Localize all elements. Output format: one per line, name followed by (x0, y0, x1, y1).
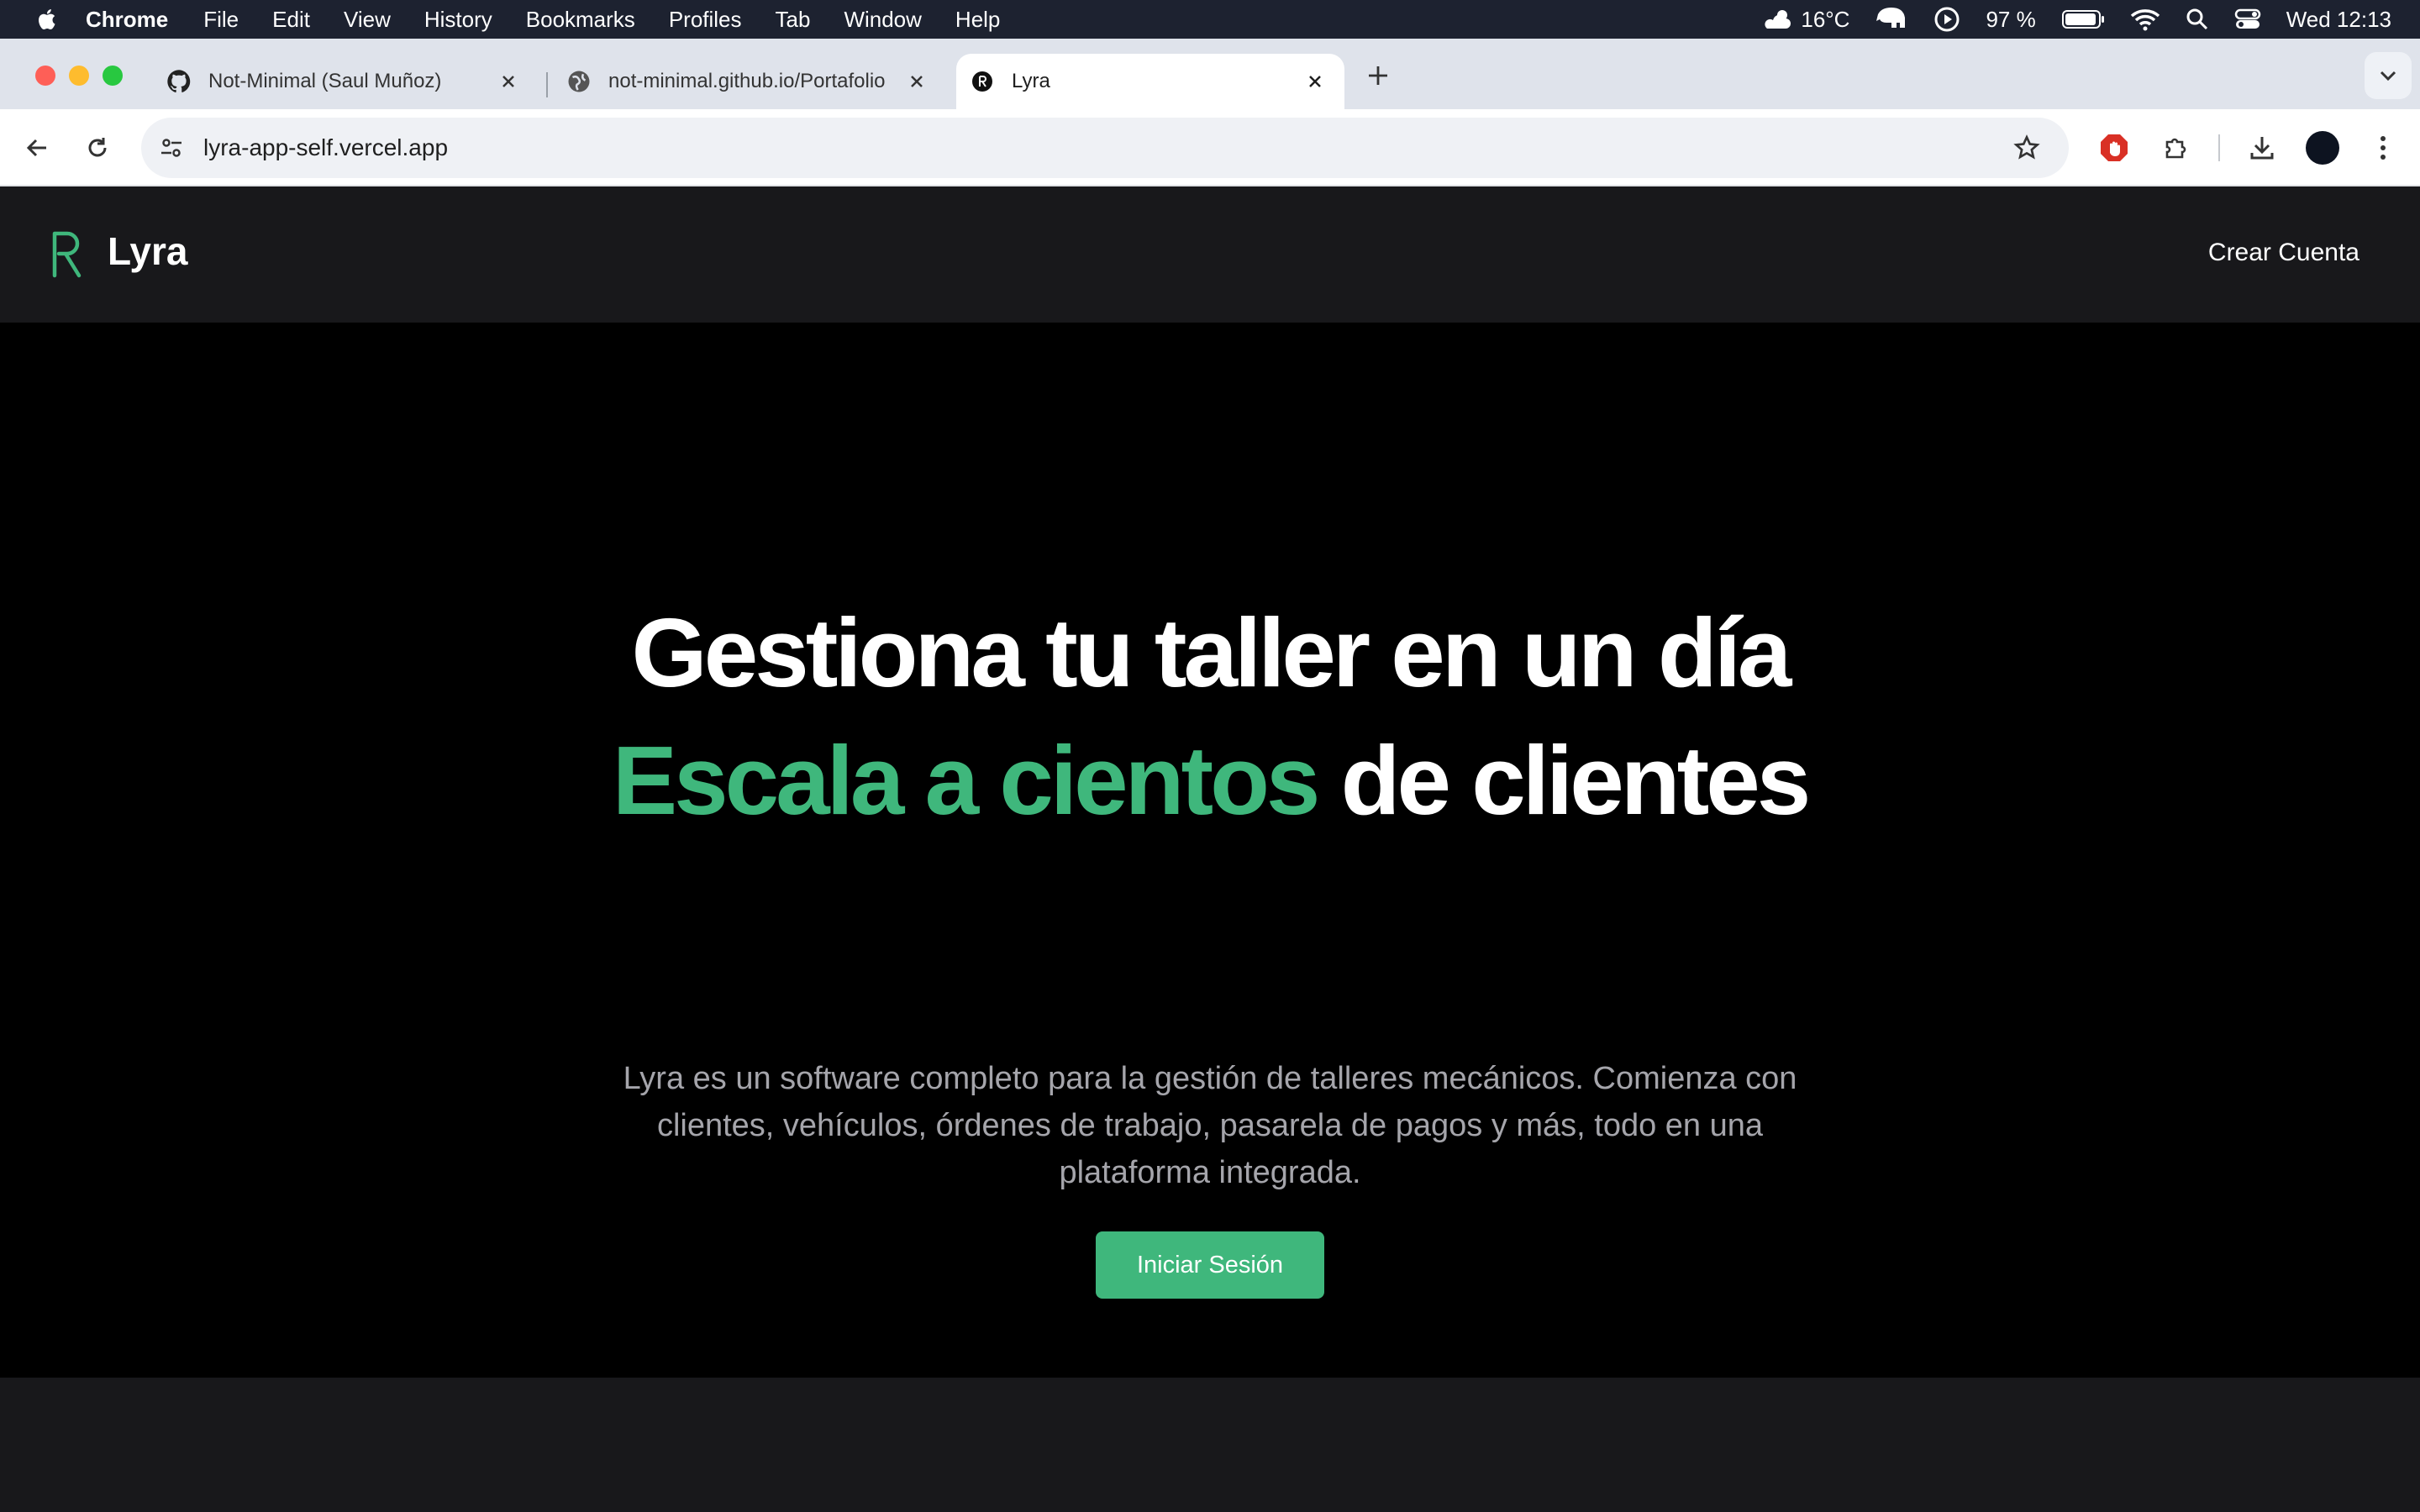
menu-history[interactable]: History (424, 7, 492, 33)
next-section-strip (0, 1378, 2420, 1512)
battery-percent: 97 % (1986, 6, 2036, 32)
menu-bookmarks[interactable]: Bookmarks (526, 7, 635, 33)
menu-tab[interactable]: Tab (776, 7, 811, 33)
apple-icon[interactable] (35, 7, 60, 32)
elephant-app-icon[interactable] (1875, 6, 1908, 33)
spotlight-search-icon[interactable] (2186, 8, 2209, 31)
brand-name[interactable]: Lyra (108, 228, 187, 274)
menu-view[interactable]: View (344, 7, 391, 33)
lyra-favicon (970, 69, 995, 94)
tab-title: Lyra (1012, 70, 1050, 92)
weather-status[interactable]: 16°C (1762, 7, 1849, 33)
chevron-down-icon (2380, 71, 2396, 81)
tab-title: not-minimal.github.io/Portafolio (608, 70, 886, 92)
tab-strip: Not-Minimal (Saul Muñoz) not-minimal.git… (0, 39, 2420, 109)
tab-close-icon[interactable] (1302, 69, 1328, 94)
tab-portfolio[interactable]: not-minimal.github.io/Portafolio (551, 54, 946, 109)
menu-file[interactable]: File (203, 7, 239, 33)
hero-headline-rest: de clientes (1317, 726, 1812, 835)
hero-headline-line1: Gestiona tu taller en un día (631, 598, 1792, 707)
menu-help[interactable]: Help (955, 7, 1000, 33)
browser-toolbar: lyra-app-self.vercel.app (0, 109, 2420, 186)
macos-menu-bar: Chrome File Edit View History Bookmarks … (0, 0, 2420, 39)
hero-headline-accent: Escala a cientos (612, 726, 1321, 835)
github-icon (166, 69, 192, 94)
menu-edit[interactable]: Edit (272, 7, 310, 33)
toolbar-divider (2218, 134, 2220, 161)
lyra-logo-icon[interactable] (47, 230, 87, 279)
address-bar[interactable]: lyra-app-self.vercel.app (141, 118, 2069, 178)
lyra-landing-page: Lyra Crear Cuenta Gestiona tu taller en … (0, 186, 2420, 1512)
url-text[interactable]: lyra-app-self.vercel.app (203, 134, 448, 161)
tab-close-icon[interactable] (904, 69, 929, 94)
profile-avatar[interactable] (2306, 131, 2339, 165)
downloads-icon[interactable] (2242, 128, 2282, 168)
login-button[interactable]: Iniciar Sesión (1096, 1231, 1324, 1299)
tab-lyra-active[interactable]: Lyra (956, 54, 1344, 109)
new-tab-plus-icon[interactable] (1361, 59, 1395, 92)
menu-window[interactable]: Window (844, 7, 921, 33)
play-circle-icon[interactable] (1933, 6, 1960, 33)
tab-title: Not-Minimal (Saul Muñoz) (208, 70, 442, 92)
create-account-link[interactable]: Crear Cuenta (2208, 239, 2360, 267)
window-minimize-button[interactable] (69, 66, 89, 86)
hero-section: Gestiona tu taller en un día Escala a ci… (0, 323, 2420, 1378)
tab-separator (546, 72, 548, 97)
window-fullscreen-button[interactable] (103, 66, 123, 86)
tab-close-icon[interactable] (496, 69, 521, 94)
extensions-puzzle-icon[interactable] (2156, 128, 2196, 168)
back-arrow-icon[interactable] (17, 128, 57, 168)
battery-icon[interactable] (2061, 8, 2105, 30)
window-close-button[interactable] (35, 66, 55, 86)
tab-github-profile[interactable]: Not-Minimal (Saul Muñoz) (151, 54, 538, 109)
menubar-clock[interactable]: Wed 12:13 (2286, 7, 2391, 33)
weather-temperature: 16°C (1801, 6, 1850, 32)
control-center-icon[interactable] (2234, 8, 2261, 31)
hero-subtitle: Lyra es un software completo para la ges… (623, 1061, 1797, 1190)
tab-search-button[interactable] (2365, 52, 2412, 99)
menu-app-chrome[interactable]: Chrome (86, 7, 168, 33)
bookmark-star-icon[interactable] (2010, 131, 2044, 165)
menu-profiles[interactable]: Profiles (669, 7, 742, 33)
hero-headline-line2: Escala a cientos de clientes (0, 724, 2420, 837)
more-menu-kebab-icon[interactable] (2363, 128, 2403, 168)
site-navbar: Lyra Crear Cuenta (0, 186, 2420, 323)
site-info-tune-icon[interactable] (153, 129, 190, 166)
weather-cloud-sun-icon (1765, 10, 1791, 29)
adblock-extension-icon[interactable] (2094, 128, 2134, 168)
wifi-icon[interactable] (2130, 8, 2160, 31)
reload-icon[interactable] (77, 128, 118, 168)
globe-icon (566, 69, 592, 94)
